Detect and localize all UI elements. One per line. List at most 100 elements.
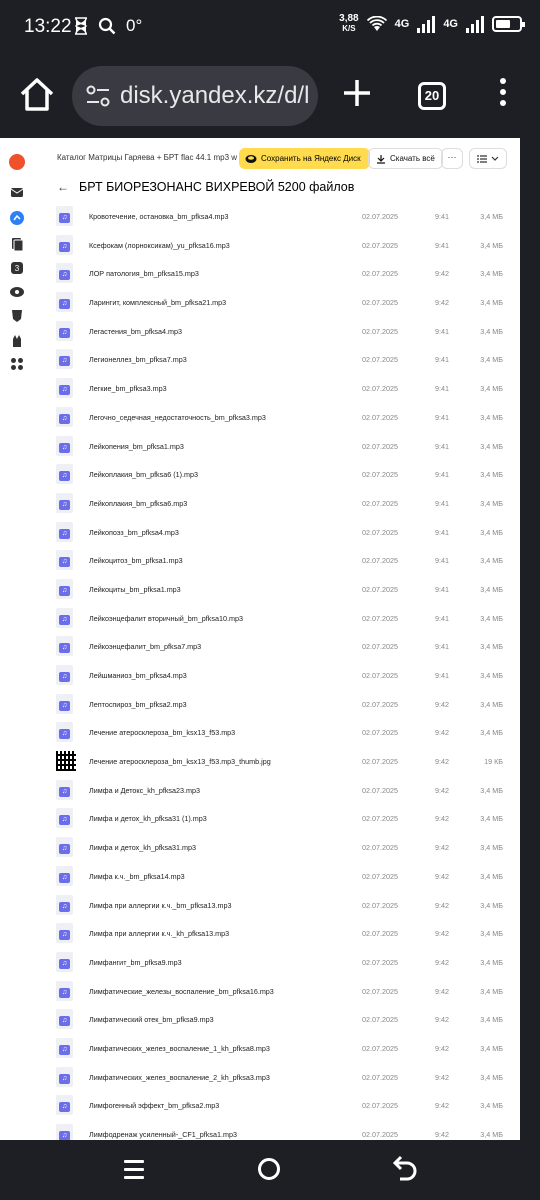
file-row[interactable]: ♫ Ксефокам (лорноксикам)_yu_pfksa16.mp3 02…	[35, 231, 520, 260]
file-row[interactable]: ♫ Лептоспироз_bm_pfksa2.mp3 02.07.2025 9:42…	[35, 690, 520, 719]
messenger-icon[interactable]	[9, 210, 25, 226]
file-row[interactable]: ♫ Легочно_седечная_недостаточность_bm_pfk…	[35, 403, 520, 432]
file-row[interactable]: ♫ Ларингит, комплексный_bm_pfksa21.mp3 02.…	[35, 288, 520, 317]
file-name[interactable]: Лейкопения_bm_pfksa1.mp3	[89, 442, 184, 451]
file-name[interactable]: Лейшманиоз_bm_pfksa4.mp3	[89, 671, 187, 680]
file-name[interactable]: Легастения_bm_pfksa4.mp3	[89, 327, 182, 336]
shield-icon[interactable]	[9, 308, 25, 324]
file-name[interactable]: ЛОР патология_bm_pfksa15.mp3	[89, 269, 199, 278]
file-name[interactable]: Лимфогенный эффект_bm_pfksa2.mp3	[89, 1101, 219, 1110]
file-row[interactable]: ♫ Лимфа и детох_kh_pfksa31.mp3 02.07.2025 9…	[35, 833, 520, 862]
menu-icon[interactable]	[496, 78, 510, 112]
file-row[interactable]: ♫ Лимфа и детох_kh_pfksa31 (1).mp3 02.07.2…	[35, 804, 520, 833]
counter-icon[interactable]: 3	[9, 260, 25, 276]
file-name[interactable]: Лейкоплакия_bm_pfksa6 (1).mp3	[89, 470, 198, 479]
file-name[interactable]: Лимфа при аллергии к.ч._bm_pfksa13.mp3	[89, 901, 232, 910]
file-row[interactable]: ♫ Лимфодренаж усиленный-_CF1_pfksa1.mp3 02…	[35, 1120, 520, 1140]
breadcrumb[interactable]: Каталог Матрицы Гаряева + БРТ flac 44.1 …	[57, 153, 237, 162]
save-to-disk-button[interactable]: Сохранить на Яндекс Диск	[239, 148, 370, 169]
file-name[interactable]: Лимфатический отек_bm_pfksa9.mp3	[89, 1015, 214, 1024]
new-tab-button[interactable]	[340, 76, 374, 110]
file-name[interactable]: Лечение атеросклероза_bm_ksx13_f53.mp3	[89, 728, 235, 737]
file-date: 02.07.2025	[362, 326, 398, 336]
file-row[interactable]: ♫ Лимфатический отек_bm_pfksa9.mp3 02.07.2…	[35, 1005, 520, 1034]
file-row[interactable]: ♫ Легкие_bm_pfksa3.mp3 02.07.2025 9:41 3,4 М…	[35, 374, 520, 403]
file-row[interactable]: ♫ Лимфа при аллергии к.ч._kh_pfksa13.mp3 0…	[35, 919, 520, 948]
tabs-button[interactable]: 20	[418, 82, 446, 110]
audio-file-icon: ♫	[56, 894, 73, 915]
file-row[interactable]: ♫ Лейкоплакия_bm_pfksa6.mp3 02.07.2025 9:41…	[35, 489, 520, 518]
file-date: 02.07.2025	[362, 671, 398, 680]
file-size: 3,4 МБ	[480, 384, 503, 394]
apps-icon[interactable]	[9, 356, 25, 372]
file-row[interactable]: ♫ Лимфогенный эффект_bm_pfksa2.mp3 02.07.2…	[35, 1091, 520, 1120]
mail-icon[interactable]	[9, 184, 25, 200]
file-name[interactable]: Ксефокам (лорноксикам)_yu_pfksa16.mp3	[89, 241, 230, 250]
file-name[interactable]: Кровотечение, остановка_bm_pfksa4.mp3	[89, 212, 228, 221]
url-bar[interactable]: disk.yandex.kz/d/l	[72, 66, 318, 126]
hand-icon[interactable]	[9, 332, 25, 348]
app-logo-icon[interactable]	[9, 154, 25, 170]
file-name[interactable]: Легионеллез_bm_pfksa7.mp3	[89, 355, 187, 364]
audio-file-icon: ♫	[56, 665, 73, 685]
home-icon[interactable]	[18, 76, 56, 114]
file-row[interactable]: ♫ Лимфатических_желез_воспаление_2_kh_pfk…	[35, 1063, 520, 1092]
file-name[interactable]: Лимфангит_bm_pfksa9.mp3	[89, 958, 182, 967]
file-name[interactable]: Лейкоэнцефалит_bm_pfksa7.mp3	[89, 642, 201, 651]
back-button-icon[interactable]	[392, 1154, 418, 1182]
file-row[interactable]: ♫ Лейкоцитоз_bm_pfksa1.mp3 02.07.2025 9:41 3…	[35, 546, 520, 575]
eye-icon[interactable]	[9, 284, 25, 300]
file-row[interactable]: ♫ Лейкоплакия_bm_pfksa6 (1).mp3 02.07.2025…	[35, 460, 520, 489]
file-row[interactable]: Лечение атеросклероза_bm_ksx13_f53.mp3_t…	[35, 747, 520, 776]
file-name[interactable]: Лейкопоэз_bm_pfksa4.mp3	[89, 528, 179, 537]
file-name[interactable]: Лимфатических_желез_воспаление_2_kh_pfks…	[89, 1073, 270, 1082]
file-size: 3,4 МБ	[480, 584, 503, 594]
file-name[interactable]: Легочно_седечная_недостаточность_bm_pfks…	[89, 413, 266, 422]
home-button-icon[interactable]	[258, 1158, 280, 1180]
file-row[interactable]: ♫ Лимфатических_желез_воспаление_1_kh_pfk…	[35, 1034, 520, 1063]
audio-file-icon: ♫	[56, 206, 73, 226]
file-row[interactable]: ♫ Легионеллез_bm_pfksa7.mp3 02.07.2025 9:41…	[35, 345, 520, 374]
file-name[interactable]: Лимфодренаж усиленный-_CF1_pfksa1.mp3	[89, 1130, 237, 1139]
file-row[interactable]: ♫ Лимфа к.ч._bm_pfksa14.mp3 02.07.2025 9:42…	[35, 862, 520, 891]
file-name[interactable]: Лимфатические_железы_воспаление_bm_pfksa…	[89, 987, 274, 996]
file-row[interactable]: ♫ Лейкопения_bm_pfksa1.mp3 02.07.2025 9:41 3…	[35, 432, 520, 461]
file-name[interactable]: Лейкоплакия_bm_pfksa6.mp3	[89, 499, 187, 508]
recent-apps-icon[interactable]	[124, 1160, 144, 1179]
file-row[interactable]: ♫ Лейкоэнцефалит_bm_pfksa7.mp3 02.07.2025 9…	[35, 632, 520, 661]
file-row[interactable]: ♫ Лейшманиоз_bm_pfksa4.mp3 02.07.2025 9:41 3…	[35, 661, 520, 690]
file-name[interactable]: Лимфа к.ч._bm_pfksa14.mp3	[89, 872, 185, 881]
view-mode-button[interactable]	[469, 148, 507, 169]
file-row[interactable]: ♫ Лейкоциты_bm_pfksa1.mp3 02.07.2025 9:41 3,…	[35, 575, 520, 604]
file-name[interactable]: Лейкоциты_bm_pfksa1.mp3	[89, 585, 181, 594]
file-row[interactable]: ♫ Лимфатические_железы_воспаление_bm_pfks…	[35, 977, 520, 1006]
download-all-button[interactable]: Скачать всё	[368, 148, 443, 169]
file-row[interactable]: ♫ Лимфа и Детокс_kh_pfksa23.mp3 02.07.2025…	[35, 776, 520, 805]
file-name[interactable]: Легкие_bm_pfksa3.mp3	[89, 384, 167, 393]
site-settings-icon[interactable]	[86, 85, 110, 107]
file-name[interactable]: Лейкоцитоз_bm_pfksa1.mp3	[89, 556, 183, 565]
file-name[interactable]: Лептоспироз_bm_pfksa2.mp3	[89, 700, 187, 709]
file-row[interactable]: ♫ Кровотечение, остановка_bm_pfksa4.mp3 02…	[35, 202, 520, 231]
file-row[interactable]: ♫ Лимфа при аллергии к.ч._bm_pfksa13.mp3 0…	[35, 891, 520, 920]
file-name[interactable]: Лечение атеросклероза_bm_ksx13_f53.mp3_t…	[89, 757, 271, 766]
file-name[interactable]: Лимфа и Детокс_kh_pfksa23.mp3	[89, 786, 200, 795]
file-name[interactable]: Лимфа и детох_kh_pfksa31.mp3	[89, 843, 196, 852]
file-name[interactable]: Лимфа и детох_kh_pfksa31 (1).mp3	[89, 814, 207, 823]
file-size: 3,4 МБ	[480, 1101, 503, 1111]
file-row[interactable]: ♫ Лечение атеросклероза_bm_ksx13_f53.mp3 0…	[35, 718, 520, 747]
file-row[interactable]: ♫ Лейкоэнцефалит вторичный_bm_pfksa10.mp3…	[35, 604, 520, 633]
file-name[interactable]: Лимфа при аллергии к.ч._kh_pfksa13.mp3	[89, 929, 229, 938]
file-size: 3,4 МБ	[480, 785, 503, 795]
file-row[interactable]: ♫ Лейкопоэз_bm_pfksa4.mp3 02.07.2025 9:41 3,…	[35, 518, 520, 547]
back-icon[interactable]: ←	[57, 180, 69, 194]
file-row[interactable]: ♫ Лимфангит_bm_pfksa9.mp3 02.07.2025 9:42 3,…	[35, 948, 520, 977]
file-name[interactable]: Лейкоэнцефалит вторичный_bm_pfksa10.mp3	[89, 614, 243, 623]
file-row[interactable]: ♫ ЛОР патология_bm_pfksa15.mp3 02.07.2025 9…	[35, 259, 520, 288]
file-name[interactable]: Ларингит, комплексный_bm_pfksa21.mp3	[89, 298, 226, 307]
file-name[interactable]: Лимфатических_желез_воспаление_1_kh_pfks…	[89, 1044, 270, 1053]
collections-icon[interactable]	[9, 236, 25, 252]
file-row[interactable]: ♫ Легастения_bm_pfksa4.mp3 02.07.2025 9:41 3…	[35, 317, 520, 346]
more-button[interactable]: ···	[441, 148, 463, 169]
url-text[interactable]: disk.yandex.kz/d/l	[120, 82, 309, 110]
